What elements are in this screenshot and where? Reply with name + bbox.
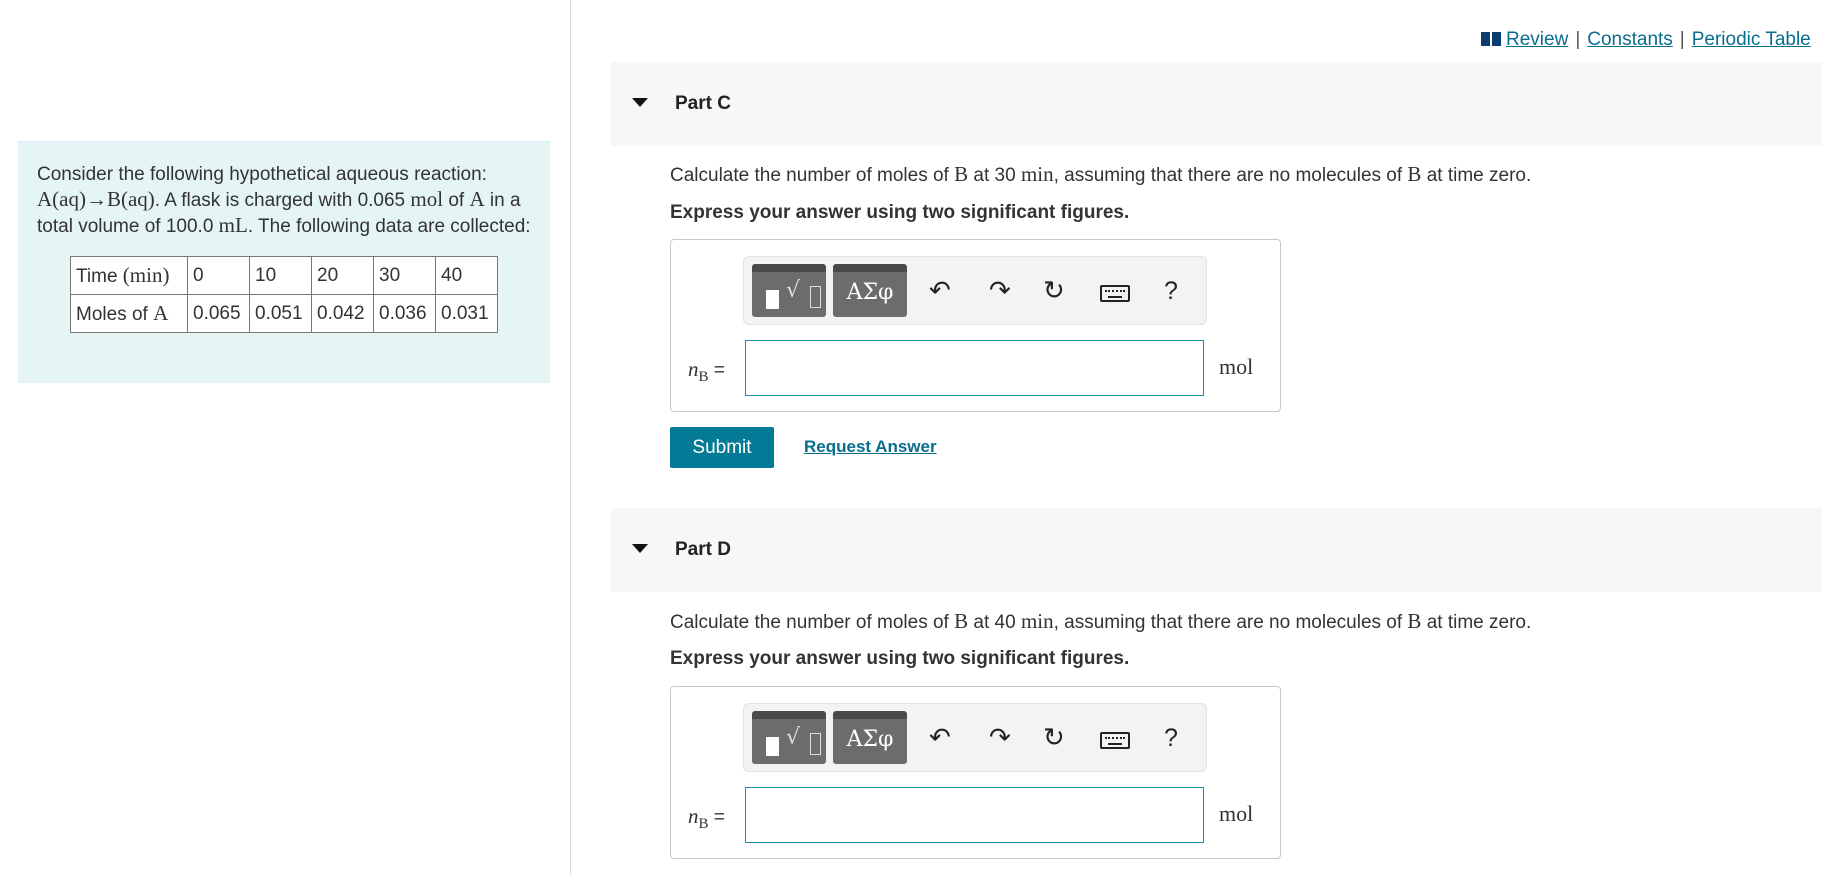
part-title: Part D (675, 539, 731, 560)
table-header-moles: Moles of A (70, 294, 188, 333)
templates-button[interactable]: √ (752, 264, 826, 317)
question-text: Calculate the number of moles of B at 40… (670, 609, 1532, 633)
problem-intro: Consider the following hypothetical aque… (37, 164, 531, 237)
math-toolbar: √ ΑΣφ ↶ ↷ ↻ ? (743, 256, 1207, 325)
greek-symbols-button[interactable]: ΑΣφ (833, 264, 907, 317)
table-cell: 0.042 (311, 294, 374, 333)
answer-input[interactable] (745, 340, 1204, 396)
table-cell: 0.036 (373, 294, 436, 333)
part-d-header[interactable]: Part D (611, 508, 1822, 592)
keyboard-icon[interactable] (1100, 732, 1130, 749)
help-button[interactable]: ? (1164, 723, 1178, 753)
answer-input[interactable] (745, 787, 1204, 843)
table-row: Time (min) 0 10 20 30 40 (70, 256, 498, 295)
right-column: Review | Constants | Periodic Table Part C C… (571, 0, 1822, 875)
greek-symbols-button[interactable]: ΑΣφ (833, 711, 907, 764)
instruction-text: Express your answer using two significan… (670, 202, 1130, 223)
left-column: Consider the following hypothetical aque… (0, 0, 571, 875)
question-text: Calculate the number of moles of B at 30… (670, 162, 1532, 186)
table-cell: 0.051 (249, 294, 312, 333)
reset-icon[interactable]: ↻ (1043, 276, 1065, 306)
problem-statement: Consider the following hypothetical aque… (18, 141, 550, 383)
data-table: Time (min) 0 10 20 30 40 Moles of A 0.06… (70, 256, 498, 333)
periodic-table-link[interactable]: Periodic Table (1692, 29, 1811, 50)
answer-variable-label: nB = (688, 804, 725, 832)
review-link[interactable]: Review (1481, 29, 1568, 50)
table-cell: 20 (311, 256, 374, 295)
table-cell: 0 (187, 256, 250, 295)
submit-button[interactable]: Submit (670, 427, 774, 468)
constants-link[interactable]: Constants (1587, 29, 1673, 50)
collapse-caret-icon[interactable] (632, 544, 648, 553)
answer-box: √ ΑΣφ ↶ ↷ ↻ ? nB = mol (670, 239, 1281, 412)
answer-variable-label: nB = (688, 357, 725, 385)
redo-icon[interactable]: ↷ (989, 276, 1011, 306)
unit-label: mol (1219, 801, 1254, 826)
table-cell: 10 (249, 256, 312, 295)
table-cell: 40 (435, 256, 498, 295)
table-cell: 0.031 (435, 294, 498, 333)
resource-links: Review | Constants | Periodic Table (1481, 29, 1811, 51)
table-row: Moles of A 0.065 0.051 0.042 0.036 0.031 (70, 294, 498, 333)
reaction-equation: A(aq)→B(aq) (37, 187, 155, 211)
radical-icon: √ (786, 278, 801, 303)
templates-button[interactable]: √ (752, 711, 826, 764)
collapse-caret-icon[interactable] (632, 98, 648, 107)
part-c-header[interactable]: Part C (611, 62, 1822, 146)
part-title: Part C (675, 93, 731, 114)
help-button[interactable]: ? (1164, 276, 1178, 306)
request-answer-link[interactable]: Request Answer (804, 437, 937, 457)
table-header-time: Time (min) (70, 256, 188, 295)
table-cell: 0.065 (187, 294, 250, 333)
book-icon (1481, 32, 1501, 46)
undo-icon[interactable]: ↶ (929, 723, 951, 753)
instruction-text: Express your answer using two significan… (670, 648, 1130, 669)
math-toolbar: √ ΑΣφ ↶ ↷ ↻ ? (743, 703, 1207, 772)
unit-label: mol (1219, 354, 1254, 379)
keyboard-icon[interactable] (1100, 285, 1130, 302)
answer-box: √ ΑΣφ ↶ ↷ ↻ ? nB = mol (670, 686, 1281, 859)
redo-icon[interactable]: ↷ (989, 723, 1011, 753)
reset-icon[interactable]: ↻ (1043, 723, 1065, 753)
radical-icon: √ (786, 725, 801, 750)
undo-icon[interactable]: ↶ (929, 276, 951, 306)
table-cell: 30 (373, 256, 436, 295)
